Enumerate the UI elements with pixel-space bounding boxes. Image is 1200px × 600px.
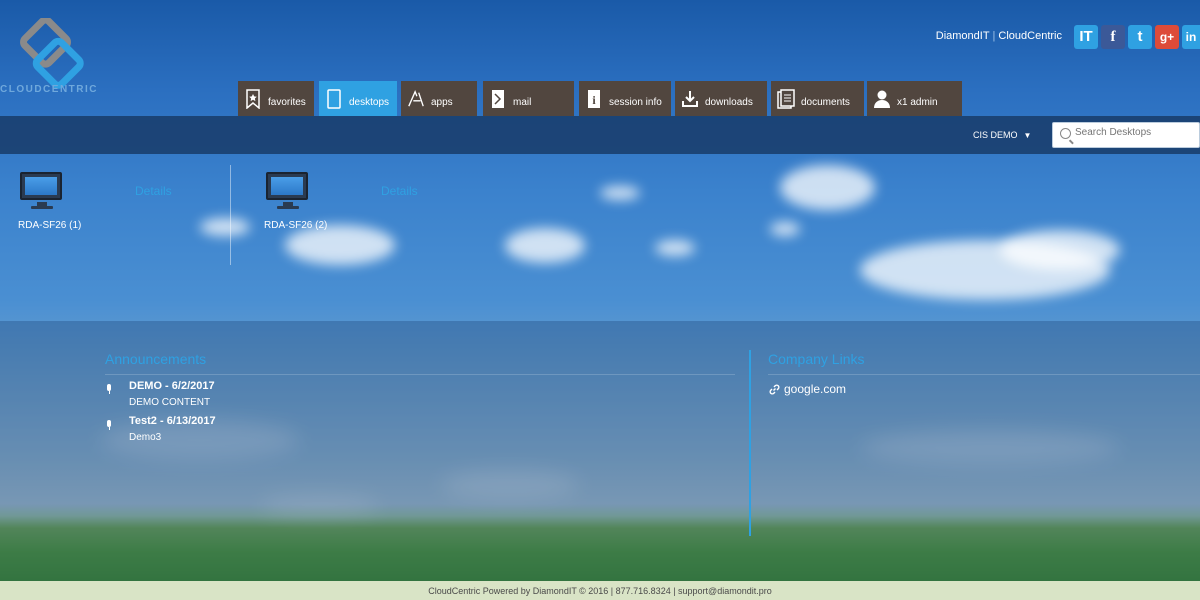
brand-separator: | [992, 30, 996, 42]
desktop-name: RDA-SF26 (2) [264, 220, 328, 231]
diamondit-social-icon[interactable]: IT [1074, 25, 1098, 49]
tab-label: desktops [349, 97, 390, 108]
tab-label: favorites [268, 97, 306, 108]
linkedin-icon[interactable]: in [1182, 25, 1200, 49]
microphone-icon [105, 420, 113, 430]
tab-documents[interactable]: documents [771, 81, 864, 116]
download-icon [681, 88, 699, 110]
company-link[interactable]: google.com [769, 382, 846, 396]
section-divider [749, 350, 751, 536]
user-admin-icon [873, 88, 891, 110]
details-link[interactable]: Details [135, 184, 172, 198]
search-box[interactable] [1052, 122, 1200, 148]
tab-label: downloads [705, 97, 753, 108]
announcement-body: DEMO CONTENT [129, 397, 211, 408]
tab-desktops[interactable]: desktops [319, 81, 397, 116]
tab-mail[interactable]: mail [483, 81, 574, 116]
desktop-name: RDA-SF26 (1) [18, 220, 82, 231]
monitor-icon [266, 172, 308, 209]
search-input[interactable] [1075, 127, 1195, 138]
facebook-icon[interactable]: f [1101, 25, 1125, 49]
announcements-divider [105, 374, 735, 375]
apps-icon [407, 88, 425, 110]
brand-links: DiamondIT | CloudCentric [936, 30, 1062, 42]
tab-x1-admin[interactable]: x1 admin [867, 81, 962, 116]
google-plus-icon[interactable]: g+ [1155, 25, 1179, 49]
company-link-label: google.com [784, 382, 847, 396]
twitter-icon[interactable]: t [1128, 25, 1152, 49]
tab-label: mail [513, 97, 532, 108]
details-link[interactable]: Details [381, 184, 418, 198]
bookmark-star-icon [244, 88, 262, 110]
account-dropdown[interactable]: CIS DEMO ▼ [973, 130, 1031, 140]
footer: CloudCentric Powered by DiamondIT © 2016… [0, 581, 1200, 600]
company-links-divider [768, 374, 1200, 375]
caret-down-icon: ▼ [1023, 131, 1032, 140]
link-icon [769, 384, 780, 395]
diamondit-link[interactable]: DiamondIT [936, 30, 990, 42]
desktop-icon [325, 88, 343, 110]
cloudcentric-link[interactable]: CloudCentric [998, 30, 1062, 42]
tab-favorites[interactable]: favorites [238, 81, 314, 116]
monitor-icon [20, 172, 62, 209]
search-icon [1060, 128, 1071, 139]
tab-label: apps [431, 97, 453, 108]
tab-label: session info [609, 97, 662, 108]
info-icon: i [585, 88, 603, 110]
account-label: CIS DEMO [973, 130, 1018, 140]
company-links-title: Company Links [768, 351, 865, 367]
mail-icon [489, 88, 507, 110]
tab-session-info[interactable]: i session info [579, 81, 671, 116]
announcement-body: Demo3 [129, 432, 162, 443]
announcement-title: Test2 - 6/13/2017 [129, 415, 216, 427]
tab-apps[interactable]: apps [401, 81, 477, 116]
tab-label: documents [801, 97, 850, 108]
documents-icon [777, 88, 795, 110]
microphone-icon [105, 384, 113, 394]
desktop-divider [230, 165, 231, 265]
tab-downloads[interactable]: downloads [675, 81, 767, 116]
announcements-title: Announcements [105, 351, 207, 367]
announcement-title: DEMO - 6/2/2017 [129, 380, 215, 392]
logo-text: CLOUDCENTRIC [0, 84, 98, 95]
tab-label: x1 admin [897, 97, 938, 108]
